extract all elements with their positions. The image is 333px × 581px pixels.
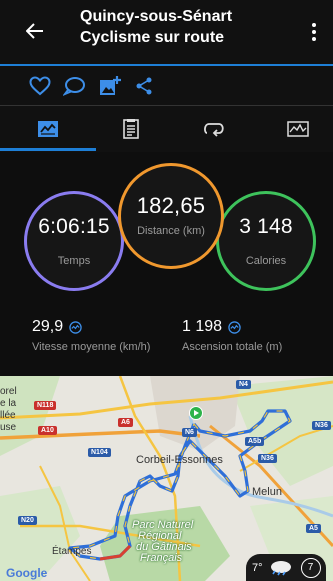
add-photo-button[interactable] (98, 74, 122, 98)
weather-temperature: 7° (252, 561, 263, 574)
more-vert-icon (312, 23, 316, 27)
avg-speed-label: Vitesse moyenne (km/h) (32, 341, 151, 353)
ascent-value: 1 198 (182, 318, 223, 335)
distance-ring: 182,65 Distance (km) (118, 163, 224, 269)
avg-speed-metric: 29,9 Vitesse moyenne (km/h) (32, 318, 150, 353)
comment-icon (63, 77, 85, 96)
avg-speed-value: 29,9 (32, 318, 64, 335)
heart-icon (29, 76, 51, 96)
road-label: N118 (34, 401, 57, 410)
add-photo-icon (100, 76, 121, 95)
like-button[interactable] (28, 74, 52, 98)
place-label-melun: Melun (252, 486, 282, 498)
app-bar: Quincy-sous-Sénart Cyclisme sur route (0, 0, 333, 64)
calories-value: 3 148 (239, 215, 293, 238)
place-label: orel (0, 386, 17, 397)
selected-tab-indicator (0, 148, 96, 151)
ascent-metric: 1 198 Ascension totale (m) (182, 318, 282, 353)
time-label: Temps (57, 255, 91, 267)
back-button[interactable] (22, 18, 48, 44)
place-label: llée (0, 410, 16, 421)
comment-button[interactable] (62, 74, 86, 98)
activity-title: Quincy-sous-Sénart Cyclisme sur route (80, 8, 233, 46)
place-label: e la (0, 398, 17, 409)
tab-graphs[interactable] (256, 106, 333, 152)
tab-overview[interactable] (6, 106, 89, 152)
road-label: A6 (118, 418, 133, 427)
chart-panel-icon (37, 121, 58, 137)
distance-label: Distance (km) (137, 225, 205, 237)
document-icon (122, 119, 139, 139)
ascent-label: Ascension totale (m) (182, 341, 283, 353)
google-attribution: Google (6, 566, 48, 580)
road-label: A5 (306, 524, 321, 533)
place-label-corbeil: Corbeil-Essonnes (136, 454, 223, 466)
tab-bar (0, 106, 333, 152)
action-row (0, 66, 333, 106)
stats-panel: 6:06:15 Temps 3 148 Calories 182,65 Dist… (0, 152, 333, 376)
place-label-etampes: Étampes (52, 546, 92, 557)
loop-icon (203, 123, 224, 137)
share-icon (136, 77, 152, 95)
tab-laps[interactable] (172, 106, 255, 152)
road-label: N6 (182, 428, 197, 437)
road-label: N20 (18, 516, 37, 525)
time-value: 6:06:15 (38, 215, 110, 238)
calories-ring: 3 148 Calories (216, 191, 316, 291)
weather-widget[interactable]: 7° 7 (246, 554, 326, 581)
road-label: N36 (258, 454, 277, 463)
road-label: N104 (88, 448, 111, 457)
share-button[interactable] (132, 74, 156, 98)
more-options-button[interactable] (306, 20, 322, 44)
distance-value: 182,65 (136, 193, 206, 218)
speed-info-icon[interactable] (69, 320, 82, 334)
park-label: Français (140, 552, 183, 564)
road-label: N4 (236, 380, 251, 389)
graph-icon (286, 121, 309, 137)
road-label: N36 (312, 421, 331, 430)
route-map[interactable]: N118 A6 N4 N6 A5b N36 N36 A10 N104 N20 A… (0, 376, 333, 581)
road-label: A5b (245, 437, 265, 446)
place-label: use (0, 422, 17, 433)
road-label: A10 (38, 426, 57, 435)
ascent-info-icon[interactable] (228, 320, 241, 334)
calories-label: Calories (245, 255, 287, 267)
weather-badge: 7 (300, 557, 321, 578)
time-ring: 6:06:15 Temps (24, 191, 124, 291)
cloud-rain-icon (270, 560, 291, 575)
tab-details[interactable] (89, 106, 172, 152)
start-marker-icon (189, 406, 203, 420)
arrow-back-icon (26, 23, 43, 39)
